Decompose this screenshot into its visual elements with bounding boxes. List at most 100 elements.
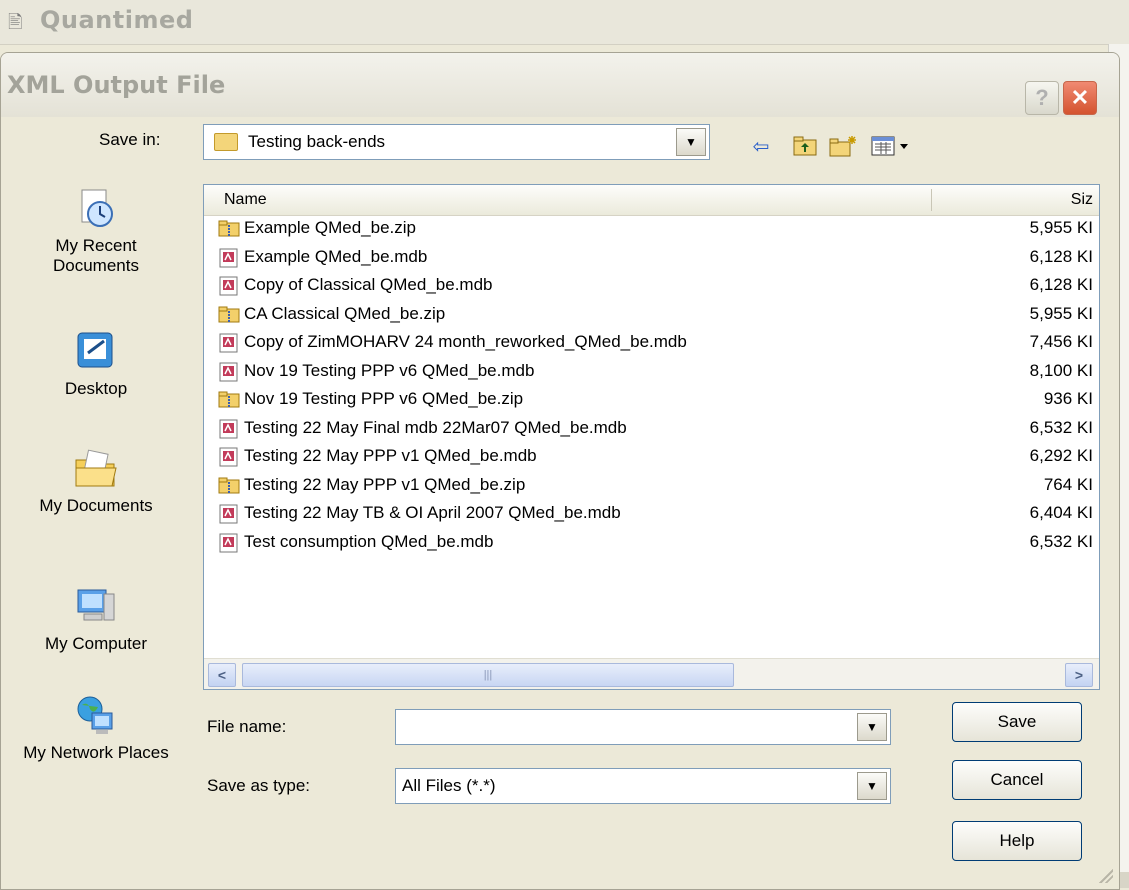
file-name: Testing 22 May TB & OI April 2007 QMed_b… xyxy=(244,503,621,522)
save-button[interactable]: Save xyxy=(952,702,1082,742)
file-row[interactable]: Testing 22 May Final mdb 22Mar07 QMed_be… xyxy=(204,417,1099,443)
help-button[interactable]: Help xyxy=(952,821,1082,861)
file-size: 7,456 KI xyxy=(1029,332,1093,351)
file-name-dropdown-button[interactable]: ▼ xyxy=(857,713,887,741)
file-name: Nov 19 Testing PPP v6 QMed_be.zip xyxy=(244,389,524,408)
save-as-type-value: All Files (*.*) xyxy=(402,776,496,795)
save-dialog: XML Output File ? ✕ Save in: Testing bac… xyxy=(0,52,1120,890)
file-name: Testing 22 May Final mdb 22Mar07 QMed_be… xyxy=(244,417,627,437)
file-name: Testing 22 May PPP v1 QMed_be.zip xyxy=(244,474,526,494)
file-row[interactable]: CA Classical QMed_be.zip 5,955 KI xyxy=(204,303,1099,329)
access-database-icon xyxy=(218,248,240,268)
new-folder-icon[interactable] xyxy=(827,133,859,159)
file-row[interactable]: Testing 22 May PPP v1 QMed_be.mdb 6,292 K… xyxy=(204,445,1099,471)
recent-documents-icon xyxy=(81,189,113,227)
place-my-network-places[interactable]: My Network Places xyxy=(11,693,181,763)
title-help-button[interactable]: ? xyxy=(1025,81,1059,115)
save-in-label: Save in: xyxy=(99,130,161,149)
my-computer-icon xyxy=(77,589,115,621)
file-size: 6,292 KI xyxy=(1029,446,1093,465)
save-as-type-label: Save as type: xyxy=(207,776,311,795)
scroll-right-icon[interactable]: > xyxy=(1065,663,1093,687)
file-list[interactable]: Name Siz Example QMed_be.zip 5,955 KI Exam… xyxy=(203,184,1100,690)
file-size: 6,404 KI xyxy=(1029,503,1093,522)
my-documents-icon xyxy=(75,449,117,487)
file-size: 5,955 KI xyxy=(1029,218,1093,237)
save-in-combo[interactable]: Testing back-ends ▼ xyxy=(203,124,710,160)
up-folder-icon[interactable] xyxy=(791,133,819,159)
file-name: Testing 22 May PPP v1 QMed_be.mdb xyxy=(244,446,537,465)
place-label: My Network Places xyxy=(23,743,169,762)
file-row[interactable]: Nov 19 Testing PPP v6 QMed_be.zip 936 KI xyxy=(204,388,1099,414)
file-row[interactable]: Example QMed_be.mdb 6,128 KI xyxy=(204,246,1099,272)
title-close-button[interactable]: ✕ xyxy=(1063,81,1097,115)
file-size: 764 KI xyxy=(1043,474,1093,494)
file-name: Copy of ZimMOHARV 24 month_reworked_QMed… xyxy=(244,332,687,351)
cancel-button[interactable]: Cancel xyxy=(952,760,1082,800)
place-label: My Recent Documents xyxy=(53,236,139,275)
place-desktop[interactable]: Desktop xyxy=(11,329,181,399)
place-label: Desktop xyxy=(64,379,128,398)
back-arrow-icon[interactable]: ⇦ xyxy=(746,133,776,159)
zip-folder-icon xyxy=(218,219,240,239)
column-separator[interactable] xyxy=(931,189,932,211)
dialog-title: XML Output File xyxy=(7,71,226,99)
horizontal-scrollbar[interactable]: < ||| > xyxy=(204,658,1099,689)
place-my-computer[interactable]: My Computer xyxy=(11,584,181,654)
folder-icon xyxy=(214,133,238,151)
file-name: CA Classical QMed_be.zip xyxy=(244,303,446,323)
network-places-icon xyxy=(77,696,113,734)
access-database-icon xyxy=(218,333,240,353)
scrollbar-thumb[interactable]: ||| xyxy=(242,663,734,687)
access-database-icon xyxy=(218,276,240,296)
file-row[interactable]: Test consumption QMed_be.mdb 6,532 KI xyxy=(204,531,1099,557)
file-size: 6,532 KI xyxy=(1029,417,1093,437)
column-header-size[interactable]: Siz xyxy=(1071,191,1093,209)
file-row[interactable]: Testing 22 May TB & OI April 2007 QMed_b… xyxy=(204,502,1099,528)
app-title: Quantimed xyxy=(40,6,194,34)
file-list-header: Name Siz xyxy=(204,185,1099,216)
save-as-type-dropdown-button[interactable]: ▼ xyxy=(857,772,887,800)
place-label: My Documents xyxy=(39,496,153,515)
desktop-icon xyxy=(77,332,113,368)
place-my-recent-documents[interactable]: My Recent Documents xyxy=(11,186,181,276)
file-size: 6,128 KI xyxy=(1029,246,1093,266)
app-titlebar: 🖹 Quantimed xyxy=(0,0,1129,45)
file-name: Nov 19 Testing PPP v6 QMed_be.mdb xyxy=(244,360,535,380)
save-in-value: Testing back-ends xyxy=(248,132,386,151)
file-size: 5,955 KI xyxy=(1029,303,1093,323)
app-icon: 🖹 xyxy=(8,12,23,32)
file-size: 936 KI xyxy=(1043,389,1093,408)
file-name: Example QMed_be.mdb xyxy=(244,246,428,266)
zip-folder-icon xyxy=(218,476,240,496)
access-database-icon xyxy=(218,533,240,553)
file-name: Copy of Classical QMed_be.mdb xyxy=(244,275,493,294)
scroll-left-icon[interactable]: < xyxy=(208,663,236,687)
file-row[interactable]: Testing 22 May PPP v1 QMed_be.zip 764 KI xyxy=(204,474,1099,500)
place-label: My Computer xyxy=(44,634,148,653)
resize-grip[interactable] xyxy=(1099,869,1113,883)
access-database-icon xyxy=(218,419,240,439)
access-database-icon xyxy=(218,447,240,467)
file-name-input[interactable]: ▼ xyxy=(395,709,891,745)
file-row[interactable]: Copy of Classical QMed_be.mdb 6,128 KI xyxy=(204,274,1099,300)
file-name: Example QMed_be.zip xyxy=(244,218,416,237)
save-as-type-select[interactable]: All Files (*.*) ▼ xyxy=(395,768,891,804)
dialog-titlebar[interactable]: XML Output File ? ✕ xyxy=(1,53,1119,117)
file-row[interactable]: Copy of ZimMOHARV 24 month_reworked_QMed… xyxy=(204,331,1099,357)
column-header-name[interactable]: Name xyxy=(224,191,267,209)
zip-folder-icon xyxy=(218,305,240,325)
file-name: Test consumption QMed_be.mdb xyxy=(244,531,494,551)
file-name-label: File name: xyxy=(207,717,287,736)
file-row[interactable]: Nov 19 Testing PPP v6 QMed_be.mdb 8,100 K… xyxy=(204,360,1099,386)
access-database-icon xyxy=(218,504,240,524)
zip-folder-icon xyxy=(218,390,240,410)
file-size: 6,128 KI xyxy=(1029,275,1093,294)
save-in-dropdown-button[interactable]: ▼ xyxy=(676,128,706,156)
views-menu-icon[interactable] xyxy=(869,133,915,159)
file-row[interactable]: Example QMed_be.zip 5,955 KI xyxy=(204,217,1099,243)
place-my-documents[interactable]: My Documents xyxy=(11,446,181,516)
file-size: 6,532 KI xyxy=(1029,531,1093,551)
file-size: 8,100 KI xyxy=(1029,360,1093,380)
access-database-icon xyxy=(218,362,240,382)
